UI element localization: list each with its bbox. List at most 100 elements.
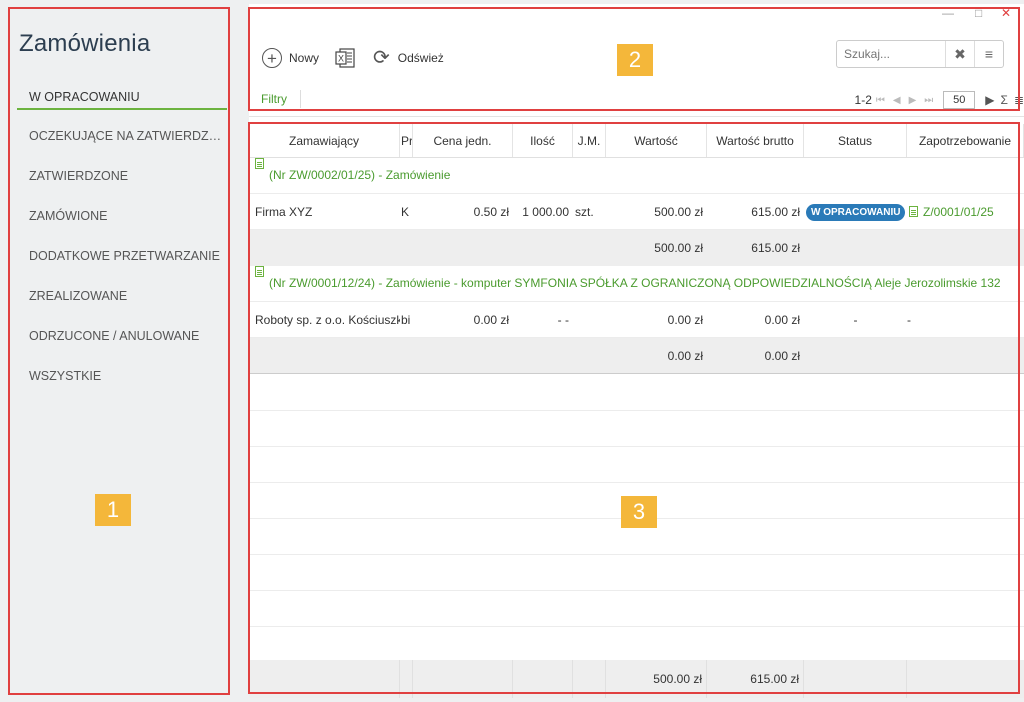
columns-icon[interactable]: ≣ xyxy=(1014,93,1024,107)
grid-header: Zamawiający Pr Cena jedn. Ilość J.M. War… xyxy=(249,124,1024,158)
prev-page-icon[interactable]: ◀ xyxy=(893,95,901,106)
sum-brutto: 0.00 zł xyxy=(764,349,800,363)
document-icon xyxy=(909,206,918,217)
column-header[interactable]: Zamawiający xyxy=(249,124,400,157)
divider xyxy=(249,116,1024,117)
menu-icon[interactable]: ≡ xyxy=(974,41,1003,67)
empty-row xyxy=(249,627,1024,663)
footer-cell xyxy=(249,660,400,698)
annotation-label-1: 1 xyxy=(95,494,131,526)
sum-wartosc: 0.00 zł xyxy=(667,349,703,363)
column-header[interactable]: Wartość brutto xyxy=(707,124,804,157)
export-excel-button[interactable]: X xyxy=(335,47,357,69)
column-header[interactable]: J.M. xyxy=(573,124,606,157)
maximize-icon[interactable]: □ xyxy=(975,6,982,20)
cell-zapotrzebowanie[interactable]: Z/0001/01/25 xyxy=(907,194,1024,229)
cell-jm xyxy=(573,302,606,337)
main-panel: — □ ✕ + Nowy X ⟳ Odśwież Szukaj... ✖ ≡ F… xyxy=(249,4,1024,698)
search-input[interactable] xyxy=(837,41,945,67)
cell-brutto: 615.00 zł xyxy=(751,205,800,219)
sidebar-nav: W OPRACOWANIU OCZEKUJĄCE NA ZATWIERDZENI… xyxy=(17,80,227,398)
footer-cell xyxy=(804,660,907,698)
cell-zamawiajacy: Roboty sp. z o.o. Kościuszko xyxy=(255,313,400,327)
summary-row: 500.00 zł 615.00 zł xyxy=(249,230,1024,266)
table-row[interactable]: Roboty sp. z o.o. Kościuszko bi 0.00 zł … xyxy=(249,302,1024,338)
footer-cell xyxy=(573,660,606,698)
search-box: ✖ ≡ xyxy=(836,40,1004,68)
empty-row xyxy=(249,555,1024,591)
cell-cena: 0.50 zł xyxy=(473,205,509,219)
cell-zapotrzebowanie: - xyxy=(907,313,911,327)
refresh-button[interactable]: ⟳ Odśwież xyxy=(373,48,444,68)
column-header[interactable]: Pr xyxy=(400,124,413,157)
table-row[interactable]: Firma XYZ K 0.50 zł 1 000.00 szt. 500.00… xyxy=(249,194,1024,230)
group-header[interactable]: (Nr ZW/0001/12/24) - Zamówienie - komput… xyxy=(249,266,1024,302)
footer-cell xyxy=(513,660,573,698)
orders-grid: Zamawiający Pr Cena jedn. Ilość J.M. War… xyxy=(249,124,1024,698)
empty-row xyxy=(249,447,1024,483)
cell-jm: szt. xyxy=(575,205,594,219)
column-header[interactable]: Zapotrzebowanie xyxy=(907,124,1024,157)
page-size-input[interactable]: 50 xyxy=(943,91,976,109)
column-header[interactable]: Ilość xyxy=(513,124,573,157)
footer-cell xyxy=(400,660,413,698)
footer-cell xyxy=(413,660,513,698)
next-page-icon[interactable]: ▶ xyxy=(909,95,917,106)
sum-brutto: 615.00 zł xyxy=(751,241,800,255)
svg-text:X: X xyxy=(338,54,344,64)
plus-icon: + xyxy=(262,48,282,68)
footer-cell xyxy=(907,660,1024,698)
column-header[interactable]: Status xyxy=(804,124,907,157)
toolbar: + Nowy X ⟳ Odśwież xyxy=(262,44,460,72)
document-icon xyxy=(255,158,264,169)
requisition-link[interactable]: Z/0001/01/25 xyxy=(923,205,994,219)
sidebar-item-zrealizowane[interactable]: ZREALIZOWANE xyxy=(17,278,227,318)
last-page-icon[interactable]: ⏭ xyxy=(924,95,933,106)
sidebar-item-w-opracowaniu[interactable]: W OPRACOWANIU xyxy=(17,80,227,110)
group-title: (Nr ZW/0002/01/25) - Zamówienie xyxy=(269,168,451,182)
footer-brutto: 615.00 zł xyxy=(707,660,804,698)
grid-footer: 500.00 zł 615.00 zł xyxy=(249,660,1024,698)
page-size-dropdown-icon[interactable]: ▶ xyxy=(985,93,994,107)
cell-ilosc: - - xyxy=(557,313,569,327)
annotation-label-2: 2 xyxy=(617,44,653,76)
sum-icon[interactable]: Σ xyxy=(1001,93,1008,107)
cell-cena: 0.00 zł xyxy=(473,313,509,327)
group-header[interactable]: (Nr ZW/0002/01/25) - Zamówienie xyxy=(249,158,1024,194)
minimize-icon[interactable]: — xyxy=(942,6,954,20)
status-badge: W OPRACOWANIU xyxy=(806,204,906,222)
summary-spacer xyxy=(249,230,606,266)
first-page-icon[interactable]: ⏮ xyxy=(876,95,885,106)
empty-row xyxy=(249,591,1024,627)
sum-wartosc: 500.00 zł xyxy=(654,241,703,255)
sidebar-item-oczekujace[interactable]: OCZEKUJĄCE NA ZATWIERDZENIE xyxy=(17,118,227,158)
sidebar-item-zamowione[interactable]: ZAMÓWIONE xyxy=(17,198,227,238)
sidebar-item-zatwierdzone[interactable]: ZATWIERDZONE xyxy=(17,158,227,198)
excel-icon: X xyxy=(335,47,357,69)
cell-brutto: 0.00 zł xyxy=(764,313,800,327)
pager: 1-2 ⏮ ◀ ▶ ⏭ 50 ▶ Σ ≣ xyxy=(855,90,1024,110)
document-icon xyxy=(255,266,264,277)
group-title: (Nr ZW/0001/12/24) - Zamówienie - komput… xyxy=(269,276,1001,290)
sidebar-item-dodatkowe[interactable]: DODATKOWE PRZETWARZANIE xyxy=(17,238,227,278)
footer-wartosc: 500.00 zł xyxy=(606,660,707,698)
sidebar-item-odrzucone[interactable]: ODRZUCONE / ANULOWANE xyxy=(17,318,227,358)
column-header[interactable]: Wartość xyxy=(606,124,707,157)
summary-spacer xyxy=(249,338,606,373)
column-header[interactable]: Cena jedn. xyxy=(413,124,513,157)
sidebar-item-wszystkie[interactable]: WSZYSTKIE xyxy=(17,358,227,398)
pager-range: 1-2 xyxy=(854,93,872,107)
filters-button[interactable]: Filtry xyxy=(261,92,287,106)
cell-status: W OPRACOWANIU xyxy=(804,194,907,229)
new-button[interactable]: + Nowy xyxy=(262,48,319,68)
annotation-label-3: 3 xyxy=(621,496,657,528)
close-icon[interactable]: ✕ xyxy=(1001,6,1011,20)
clear-search-icon[interactable]: ✖ xyxy=(945,41,974,67)
cell-wartosc: 0.00 zł xyxy=(667,313,703,327)
refresh-icon: ⟳ xyxy=(373,47,390,69)
new-button-label: Nowy xyxy=(289,51,320,65)
divider xyxy=(300,90,301,108)
page-title: Zamówienia xyxy=(19,30,151,57)
cell-zamawiajacy: Firma XYZ xyxy=(255,205,313,219)
cell-status: - xyxy=(853,313,858,327)
